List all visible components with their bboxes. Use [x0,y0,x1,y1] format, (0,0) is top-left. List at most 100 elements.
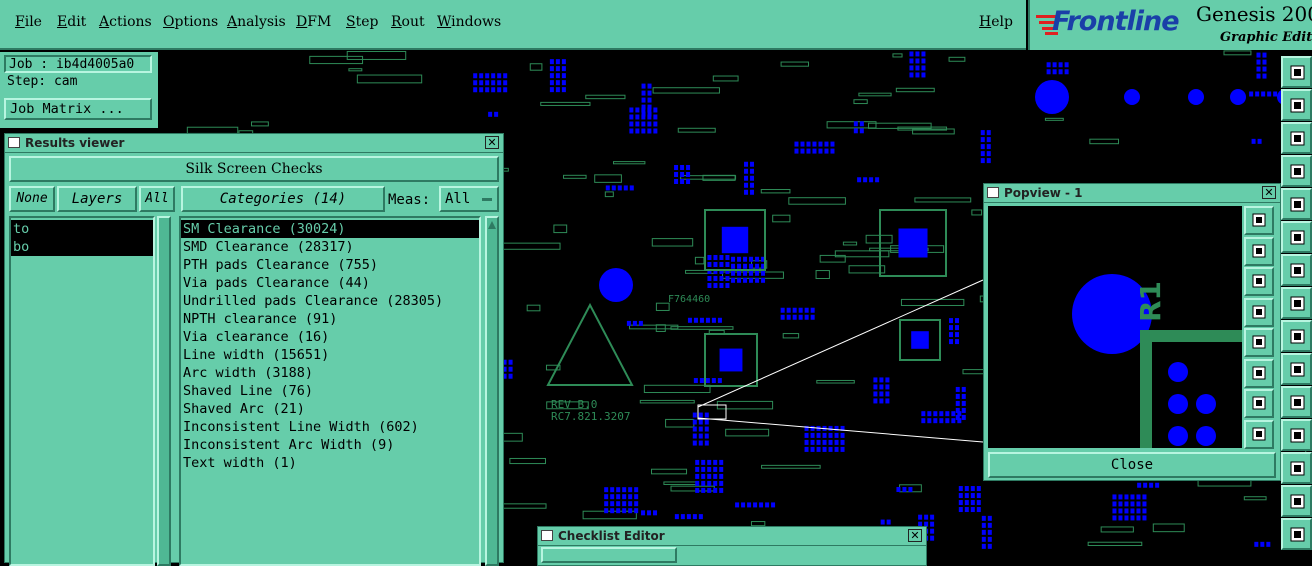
categories-rows: SM Clearance (30024) SMD Clearance (28317… [181,220,479,472]
checklist-titlebar[interactable]: Checklist Editor ✕ [538,527,926,546]
category-item[interactable]: PTH pads Clearance (755) [181,256,479,274]
side-tool-button[interactable] [1281,485,1312,517]
results-viewer-titlebar[interactable]: Results viewer ✕ [5,134,503,153]
popview-tool-button[interactable] [1244,297,1274,327]
popview-close-button[interactable]: Close [988,452,1276,478]
popview-titlebar[interactable]: Popview - 1 ✕ [984,184,1280,203]
menu-windows[interactable]: Windows [437,14,501,30]
popview-tool-button[interactable] [1244,236,1274,266]
popview-tool-button[interactable] [1244,358,1274,388]
category-item[interactable]: Via clearance (16) [181,328,479,346]
meas-select[interactable]: All [439,186,499,212]
close-icon[interactable]: ✕ [1262,186,1276,199]
tool-icon [1252,305,1266,318]
side-tool-button[interactable] [1281,188,1312,220]
categories-button[interactable]: Categories (14) [181,186,385,212]
tool-icon [1252,335,1266,349]
tool-icon [1252,213,1266,227]
side-tool-button[interactable] [1281,155,1312,187]
checklist-field[interactable] [541,547,677,563]
category-item[interactable]: SM Clearance (30024) [181,220,479,238]
layer-item[interactable]: to [11,220,153,238]
side-tool-button[interactable] [1281,254,1312,286]
side-tool-button[interactable] [1281,518,1312,550]
layer-item[interactable]: bo [11,238,153,256]
side-tool-button[interactable] [1281,419,1312,451]
category-item[interactable]: Inconsistent Line Width (602) [181,418,479,436]
scroll-up-arrow-icon[interactable] [487,220,497,230]
layers-none-button[interactable]: None [9,186,55,212]
popview-tool-button[interactable] [1244,389,1274,418]
menu-step[interactable]: Step [346,14,378,30]
layers-all-button[interactable]: All [139,186,175,212]
category-item[interactable]: Arc width (3188) [181,364,479,382]
side-tool-button[interactable] [1281,452,1312,484]
tool-icon [1290,131,1305,146]
side-tool-button[interactable] [1281,221,1312,253]
category-item[interactable]: NPTH clearance (91) [181,310,479,328]
tool-icon [1290,461,1305,476]
category-item[interactable]: Inconsistent Arc Width (9) [181,436,479,454]
results-viewer-window: Results viewer ✕ Silk Screen Checks None… [4,133,504,566]
category-item[interactable]: Line width (15651) [181,346,479,364]
categories-list[interactable]: SM Clearance (30024) SMD Clearance (28317… [179,216,481,566]
close-icon[interactable]: ✕ [908,529,922,542]
popview-ref-label: R1 [1134,281,1167,322]
tool-icon [1290,428,1305,443]
tool-icon [1252,427,1266,440]
side-tool-button[interactable] [1281,386,1312,418]
side-tool-button[interactable] [1281,122,1312,154]
tool-icon [1290,263,1305,278]
category-item[interactable]: Undrilled pads Clearance (28305) [181,292,479,310]
menu-rout[interactable]: Rout [391,14,425,30]
menu-help[interactable]: Help [979,14,1013,30]
meas-select-value: All [445,191,471,207]
category-item[interactable]: SMD Clearance (28317) [181,238,479,256]
menu-edit[interactable]: Edit [57,14,86,30]
popview-tool-button[interactable] [1244,328,1274,357]
window-icon [987,187,999,198]
category-item[interactable]: Shaved Arc (21) [181,400,479,418]
popview-window: Popview - 1 ✕ R1 Close [983,183,1281,481]
menu-analysis[interactable]: Analysis [227,14,286,30]
tool-icon [1252,366,1266,379]
menu-file[interactable]: File [15,14,42,30]
side-tool-button[interactable] [1281,320,1312,352]
menu-options[interactable]: Options [163,14,218,30]
tool-icon [1290,197,1305,212]
dropdown-bar-icon [482,198,492,201]
job-name: Job : ib4d4005a0 [4,55,152,73]
window-icon [8,137,20,148]
side-tool-button[interactable] [1281,89,1312,121]
popview-toolbar [1242,206,1276,450]
category-item[interactable]: Shaved Line (76) [181,382,479,400]
job-panel: Job : ib4d4005a0 Step: cam Job Matrix ..… [0,52,158,128]
popview-tool-button[interactable] [1244,267,1274,296]
tool-icon [1290,230,1305,245]
checklist-title: Checklist Editor [558,529,665,543]
window-icon [541,530,553,541]
results-viewer-title: Results viewer [25,136,125,150]
tool-icon [1290,395,1305,410]
tool-icon [1290,329,1305,344]
layers-scrollbar[interactable] [157,216,171,566]
layers-button[interactable]: Layers [57,186,137,212]
popview-tool-button[interactable] [1244,419,1274,449]
side-tool-button[interactable] [1281,56,1312,88]
popview-zoom-canvas[interactable]: R1 [988,206,1242,448]
categories-scrollbar[interactable] [485,216,499,566]
layers-list[interactable]: to bo [9,216,155,566]
menu-dfm[interactable]: DFM [296,14,331,30]
side-tool-button[interactable] [1281,353,1312,385]
job-matrix-button[interactable]: Job Matrix ... [4,98,152,120]
category-item[interactable]: Text width (1) [181,454,479,472]
brand-area: Frontline Genesis 200 Graphic Editor [1028,0,1312,50]
silk-screen-checks-header[interactable]: Silk Screen Checks [9,156,499,182]
meas-label: Meas: [388,192,431,208]
side-tool-button[interactable] [1281,287,1312,319]
popview-tool-button[interactable] [1244,206,1274,235]
close-icon[interactable]: ✕ [485,136,499,149]
tool-icon [1290,527,1305,542]
menu-actions[interactable]: Actions [99,14,152,30]
category-item[interactable]: Via pads Clearance (44) [181,274,479,292]
